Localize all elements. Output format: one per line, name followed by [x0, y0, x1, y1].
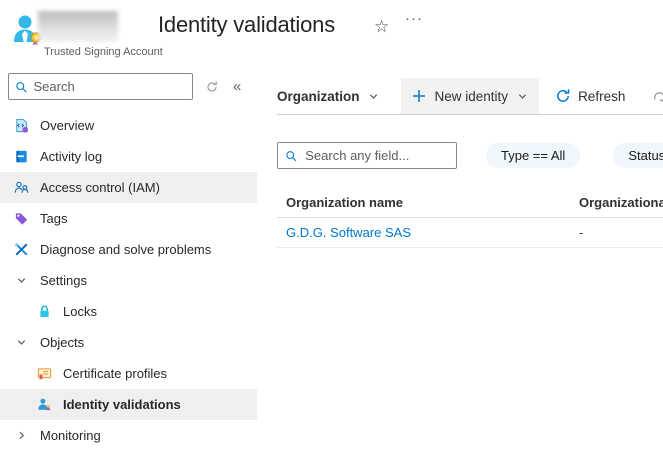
- sidebar-item-label: Certificate profiles: [63, 366, 167, 381]
- sidebar-search-box[interactable]: [8, 73, 193, 100]
- sidebar-item-label: Locks: [63, 304, 97, 319]
- search-icon: [285, 149, 297, 163]
- page-title: Identity validations: [158, 12, 335, 38]
- type-filter-pill[interactable]: Type == All: [486, 143, 580, 168]
- plus-icon: [412, 89, 426, 103]
- diagnose-icon: [13, 242, 29, 258]
- search-icon: [15, 80, 27, 94]
- sidebar-item-identity-validations[interactable]: Identity validations: [0, 389, 257, 420]
- table-search-input[interactable]: [305, 148, 449, 163]
- type-filter-label: Type == All: [501, 148, 565, 163]
- account-name-redacted: [38, 11, 118, 42]
- favorite-star-icon[interactable]: ☆: [374, 17, 389, 37]
- sidebar-item-label: Activity log: [40, 149, 102, 164]
- sidebar-item-label: Tags: [40, 211, 67, 226]
- sidebar-search-input[interactable]: [33, 79, 186, 94]
- table-header-row: Organization name Organizational unit: [277, 188, 663, 218]
- chevron-right-icon: [13, 428, 29, 444]
- chevron-down-icon: [13, 335, 29, 351]
- tag-icon: [13, 211, 29, 227]
- sidebar-item-label: Overview: [40, 118, 94, 133]
- collapse-menu-icon[interactable]: «: [233, 79, 241, 94]
- sync-menu-icon[interactable]: [205, 80, 219, 94]
- organizational-unit-cell: -: [579, 225, 663, 240]
- toolbar-divider: [277, 114, 663, 115]
- sidebar-group-label: Monitoring: [40, 428, 101, 443]
- chevron-down-icon: [517, 91, 528, 102]
- new-identity-label: New identity: [435, 89, 509, 104]
- sidebar-group-objects[interactable]: Objects: [0, 327, 257, 358]
- refresh-button[interactable]: Refresh: [545, 78, 635, 114]
- resource-menu: « Overview: [0, 62, 257, 469]
- activity-log-icon: [13, 149, 29, 165]
- sidebar-item-locks[interactable]: Locks: [0, 296, 257, 327]
- sidebar-item-diagnose[interactable]: Diagnose and solve problems: [0, 234, 257, 265]
- trusted-signing-account-page: Trusted Signing Account Identity validat…: [0, 0, 663, 469]
- overview-icon: [13, 118, 29, 134]
- resource-type-label: Trusted Signing Account: [44, 46, 163, 58]
- more-options-icon[interactable]: ···: [405, 10, 423, 27]
- sidebar-item-label: Access control (IAM): [40, 180, 160, 195]
- lock-icon: [36, 304, 52, 320]
- status-filter-label: Status == All: [628, 148, 663, 163]
- renew-button[interactable]: Renew: [641, 78, 663, 114]
- renew-icon: [651, 88, 663, 104]
- chevron-down-icon: [368, 91, 379, 102]
- sidebar-group-label: Settings: [40, 273, 87, 288]
- organization-name-link[interactable]: G.D.G. Software SAS: [286, 225, 411, 240]
- status-filter-pill[interactable]: Status == All: [613, 143, 663, 168]
- identity-validations-pane: Organization New identity: [257, 62, 663, 469]
- sidebar-item-tags[interactable]: Tags: [0, 203, 257, 234]
- identity-validation-icon: [36, 397, 52, 413]
- new-identity-button[interactable]: New identity: [401, 78, 540, 114]
- sidebar-group-settings[interactable]: Settings: [0, 265, 257, 296]
- sidebar-group-label: Objects: [40, 335, 84, 350]
- identity-validations-table: Organization name Organizational unit G.…: [277, 188, 663, 248]
- access-control-icon: [13, 180, 29, 196]
- sidebar-nav: Overview Activity log: [0, 110, 257, 451]
- filter-bar: Type == All Status == All: [277, 142, 663, 169]
- scope-label: Organization: [277, 89, 360, 104]
- command-bar: Organization New identity: [277, 78, 663, 114]
- chevron-down-icon: [13, 273, 29, 289]
- sidebar-item-activity-log[interactable]: Activity log: [0, 141, 257, 172]
- certificate-icon: [36, 366, 52, 382]
- sidebar-item-overview[interactable]: Overview: [0, 110, 257, 141]
- sidebar-item-access-control[interactable]: Access control (IAM): [0, 172, 257, 203]
- sidebar-item-label: Diagnose and solve problems: [40, 242, 211, 257]
- column-header-organization-name[interactable]: Organization name: [277, 195, 579, 210]
- column-header-organizational-unit[interactable]: Organizational unit: [579, 195, 663, 210]
- sidebar-item-certificate-profiles[interactable]: Certificate profiles: [0, 358, 257, 389]
- refresh-label: Refresh: [578, 89, 625, 104]
- sidebar-group-monitoring[interactable]: Monitoring: [0, 420, 257, 451]
- sidebar-item-label: Identity validations: [63, 397, 181, 412]
- table-search-box[interactable]: [277, 142, 457, 169]
- scope-dropdown[interactable]: Organization: [277, 89, 379, 104]
- page-header: Trusted Signing Account Identity validat…: [0, 0, 663, 62]
- refresh-icon: [555, 88, 571, 104]
- table-row[interactable]: G.D.G. Software SAS -: [277, 218, 663, 248]
